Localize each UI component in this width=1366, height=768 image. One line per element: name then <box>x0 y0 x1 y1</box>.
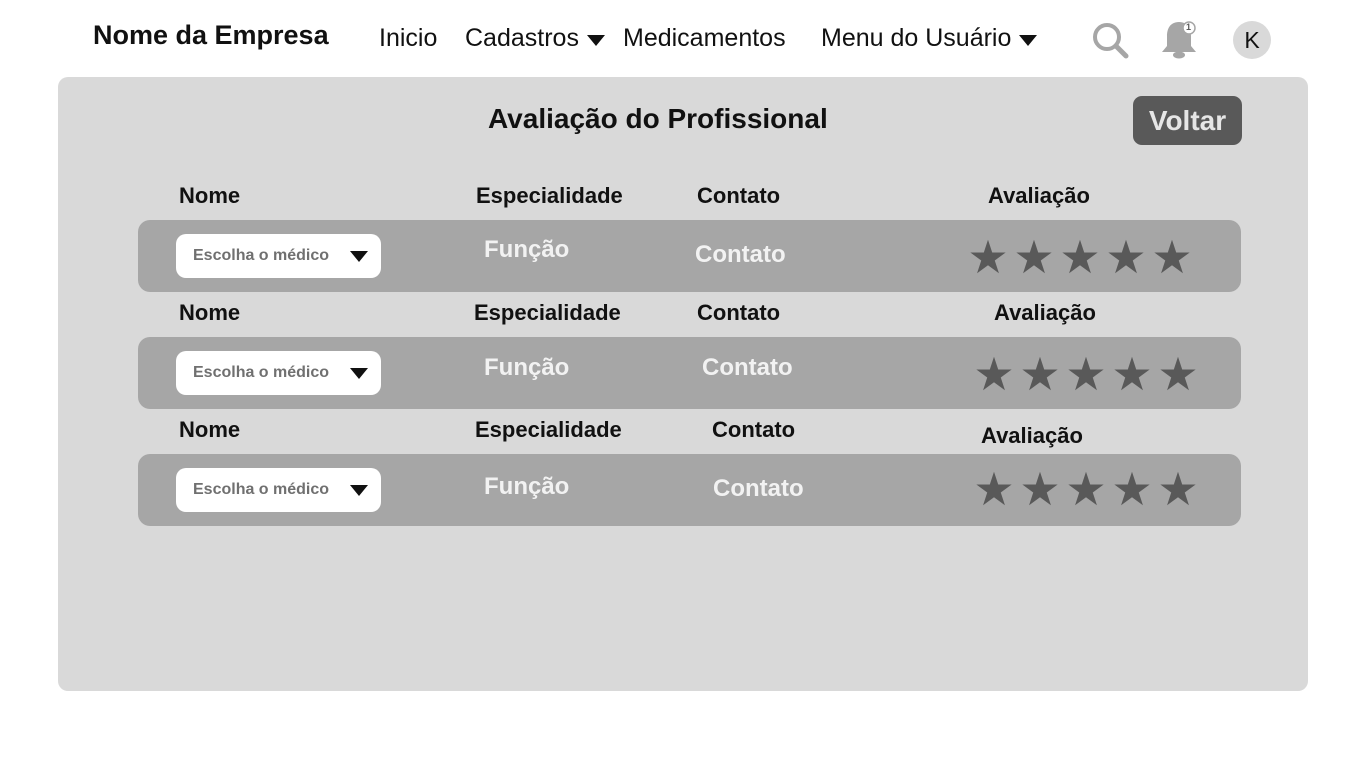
star-icon[interactable]: ★ <box>1017 466 1063 512</box>
function-text: Função <box>484 473 570 500</box>
star-icon[interactable]: ★ <box>1103 234 1149 280</box>
star-icon[interactable]: ★ <box>1011 234 1057 280</box>
nav-item-medicamentos[interactable]: Medicamentos <box>623 24 786 53</box>
function-text: Função <box>484 354 570 381</box>
rating-stars[interactable]: ★ ★ ★ ★ ★ <box>971 466 1201 512</box>
doctor-select-value: Escolha o médico <box>193 364 330 381</box>
back-button[interactable]: Voltar <box>1133 96 1242 145</box>
rating-stars[interactable]: ★ ★ ★ ★ ★ <box>965 234 1195 280</box>
notification-count: 1 <box>1186 22 1192 32</box>
avatar-initial: K <box>1244 26 1260 53</box>
star-icon[interactable]: ★ <box>971 351 1017 397</box>
chevron-down-icon <box>586 35 605 46</box>
column-header-nome: Nome <box>179 183 241 208</box>
table-row: Escolha o médico Função Contato ★ ★ ★ ★ … <box>138 337 1241 409</box>
star-icon[interactable]: ★ <box>965 234 1011 280</box>
star-icon[interactable]: ★ <box>971 466 1017 512</box>
page-title: Avaliação do Profissional <box>488 103 828 134</box>
star-icon[interactable]: ★ <box>1109 466 1155 512</box>
column-header-especialidade: Especialidade <box>475 417 622 442</box>
column-header-especialidade: Especialidade <box>476 183 623 208</box>
contact-text: Contato <box>702 354 793 381</box>
star-icon[interactable]: ★ <box>1017 351 1063 397</box>
doctor-select-value: Escolha o médico <box>193 247 330 264</box>
column-header-nome: Nome <box>179 300 241 325</box>
chevron-down-icon <box>350 251 368 262</box>
column-header-nome: Nome <box>179 417 241 442</box>
nav-item-cadastros[interactable]: Cadastros <box>465 24 605 53</box>
rating-stars[interactable]: ★ ★ ★ ★ ★ <box>971 351 1201 397</box>
function-text: Função <box>484 236 570 263</box>
nav-item-label: Inicio <box>379 24 438 52</box>
avatar[interactable]: K <box>1233 21 1271 59</box>
contact-text: Contato <box>695 241 786 268</box>
nav-item-label: Menu do Usuário <box>821 24 1012 52</box>
chevron-down-icon <box>350 368 368 379</box>
column-header-contato: Contato <box>697 183 781 208</box>
table-row: Escolha o médico Função Contato ★ ★ ★ ★ … <box>138 454 1241 526</box>
doctor-select-value: Escolha o médico <box>193 481 330 498</box>
chevron-down-icon <box>1019 35 1038 46</box>
column-header-especialidade: Especialidade <box>474 300 621 325</box>
column-header-avaliacao: Avaliação <box>988 183 1090 208</box>
star-icon[interactable]: ★ <box>1063 351 1109 397</box>
column-header-avaliacao: Avaliação <box>994 300 1096 325</box>
star-icon[interactable]: ★ <box>1155 466 1201 512</box>
doctor-select[interactable]: Escolha o médico <box>176 468 381 512</box>
search-icon[interactable] <box>1090 20 1130 60</box>
column-header-contato: Contato <box>712 417 796 442</box>
star-icon[interactable]: ★ <box>1149 234 1195 280</box>
table-row: Escolha o médico Função Contato ★ ★ ★ ★ … <box>138 220 1241 292</box>
star-icon[interactable]: ★ <box>1155 351 1201 397</box>
notification-bell-icon[interactable]: 1 <box>1159 18 1199 60</box>
star-icon[interactable]: ★ <box>1057 234 1103 280</box>
nav-item-label: Medicamentos <box>623 24 786 52</box>
star-icon[interactable]: ★ <box>1109 351 1155 397</box>
column-header-avaliacao: Avaliação <box>981 423 1083 448</box>
contact-text: Contato <box>713 475 804 502</box>
brand-name: Nome da Empresa <box>93 20 329 50</box>
doctor-select[interactable]: Escolha o médico <box>176 234 381 278</box>
nav-item-menu-usuario[interactable]: Menu do Usuário <box>821 24 1038 53</box>
main-panel: Avaliação do Profissional Voltar Nome Es… <box>58 77 1308 691</box>
chevron-down-icon <box>350 485 368 496</box>
nav-item-label: Cadastros <box>465 24 579 52</box>
nav-item-inicio[interactable]: Inicio <box>379 24 437 53</box>
star-icon[interactable]: ★ <box>1063 466 1109 512</box>
column-header-contato: Contato <box>697 300 781 325</box>
doctor-select[interactable]: Escolha o médico <box>176 351 381 395</box>
